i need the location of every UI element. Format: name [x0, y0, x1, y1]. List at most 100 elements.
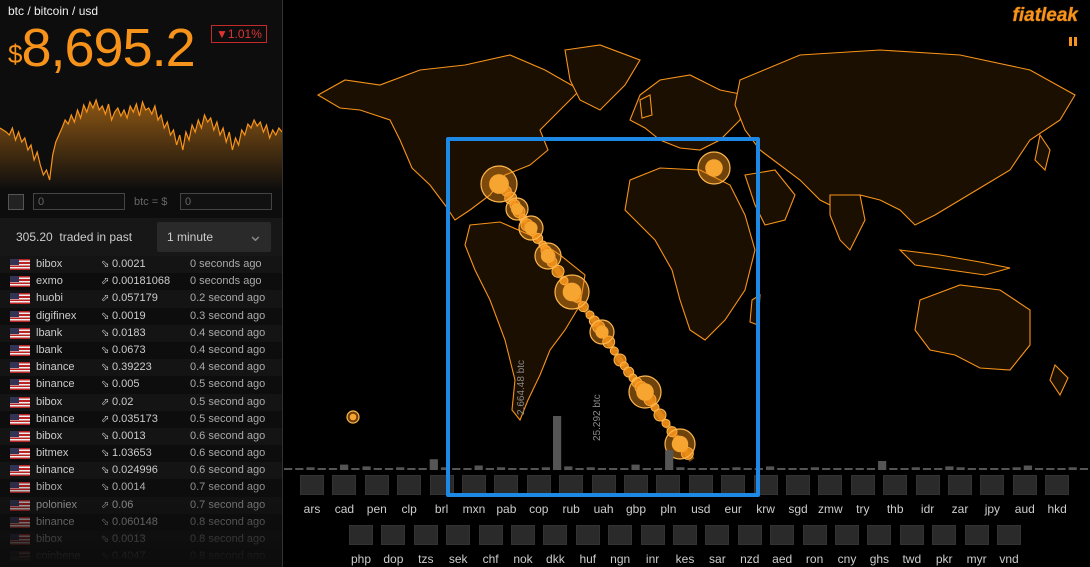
- arrow-down-right-icon: ⬂: [101, 448, 110, 460]
- currency-code: idr: [920, 502, 935, 516]
- trade-exchange: bitmex: [36, 447, 69, 460]
- currency-code: ars: [303, 502, 321, 516]
- us-flag-icon: [10, 379, 30, 391]
- idr-flag-icon: [915, 475, 940, 495]
- currency-dop[interactable]: dop: [378, 525, 408, 566]
- trade-amount: 0.39223: [112, 361, 152, 374]
- currency-jpy[interactable]: jpy: [977, 475, 1007, 516]
- currency-code: twd: [902, 552, 922, 566]
- currency-vnd[interactable]: vnd: [994, 525, 1024, 566]
- nzd-flag-icon: [737, 525, 762, 545]
- currency-chf[interactable]: chf: [476, 525, 506, 566]
- currency-code: chf: [482, 552, 499, 566]
- trade-time: 0.4 second ago: [190, 343, 266, 356]
- ghs-flag-icon: [867, 525, 892, 545]
- currency-code: cop: [529, 502, 549, 516]
- volume-bar: [384, 468, 394, 470]
- currency-myr[interactable]: myr: [962, 525, 992, 566]
- currency-tzs[interactable]: tzs: [411, 525, 441, 566]
- period-select[interactable]: 1 minute ⌄: [157, 222, 271, 252]
- nok-flag-icon: [511, 525, 535, 545]
- currency-code: pab: [496, 502, 517, 516]
- currency-huf[interactable]: huf: [573, 525, 603, 566]
- volume-bar: [922, 468, 932, 470]
- currency-kes[interactable]: kes: [670, 525, 700, 566]
- try-flag-icon: [850, 475, 875, 495]
- currency-sek[interactable]: sek: [443, 525, 473, 566]
- currency-aed[interactable]: aed: [767, 525, 797, 566]
- usd-amount-input[interactable]: [180, 193, 272, 210]
- currency-ghs[interactable]: ghs: [864, 525, 894, 566]
- period-value: 1 minute: [167, 230, 214, 244]
- highlight-box: [446, 137, 760, 497]
- traded-label: traded in past: [59, 230, 133, 244]
- currency-cny[interactable]: cny: [832, 525, 862, 566]
- volume-bar: [866, 468, 876, 470]
- dkk-flag-icon: [543, 525, 568, 545]
- currency-code: jpy: [984, 502, 1001, 516]
- currency-nok[interactable]: nok: [508, 525, 538, 566]
- currency-dkk[interactable]: dkk: [540, 525, 570, 566]
- currency-sgd[interactable]: sgd: [783, 475, 813, 516]
- zmw-flag-icon: [818, 475, 843, 495]
- currency-thb[interactable]: thb: [880, 475, 910, 516]
- currency-php[interactable]: php: [346, 525, 376, 566]
- currency-twd[interactable]: twd: [897, 525, 927, 566]
- arrow-down-right-icon: ⬂: [101, 344, 110, 356]
- trade-time: 0.2 second ago: [190, 292, 266, 305]
- volume-bar: [900, 468, 909, 470]
- volume-bar: [328, 468, 338, 470]
- currency-aud[interactable]: aud: [1010, 475, 1040, 516]
- pause-icon[interactable]: [1069, 37, 1078, 46]
- trade-exchange: huobi: [36, 292, 63, 305]
- ars-flag-icon: [300, 475, 324, 495]
- volume-bar: [340, 464, 349, 470]
- trade-row: binance ⬀ 0.035173 0.5 second ago: [0, 411, 282, 428]
- currency-code: ngn: [610, 552, 631, 566]
- aud-flag-icon: [1012, 475, 1037, 495]
- price-display: $8,695.2: [8, 18, 196, 78]
- arrow-up-right-icon: ⬀: [101, 293, 110, 305]
- volume-bar: [284, 468, 293, 470]
- currency-idr[interactable]: idr: [913, 475, 943, 516]
- currency-zar[interactable]: zar: [945, 475, 975, 516]
- currency-pen[interactable]: pen: [362, 475, 392, 516]
- currency-code: ghs: [869, 552, 890, 566]
- sar-flag-icon: [705, 525, 730, 545]
- arrow-down-right-icon: ⬂: [101, 327, 110, 339]
- trade-exchange: digifinex: [36, 309, 77, 322]
- currency-pkr[interactable]: pkr: [929, 525, 959, 566]
- volume-bar: [765, 466, 775, 470]
- arrow-up-right-icon: ⬀: [101, 276, 110, 288]
- trade-exchange: binance: [36, 378, 75, 391]
- currency-ron[interactable]: ron: [800, 525, 830, 566]
- trade-amount: 1.03653: [112, 447, 152, 460]
- currency-inr[interactable]: inr: [638, 525, 668, 566]
- arrow-down-right-icon: ⬂: [101, 379, 110, 391]
- trade-row: lbank ⬂ 0.0673 0.4 second ago: [0, 342, 282, 359]
- volume-bar: [306, 467, 315, 470]
- currency-code: pen: [366, 502, 387, 516]
- volume-bar: [295, 468, 304, 470]
- price-change-badge: ▼1.01%: [211, 25, 267, 43]
- currency-cad[interactable]: cad: [329, 475, 359, 516]
- currency-try[interactable]: try: [848, 475, 878, 516]
- cad-flag-icon: [332, 475, 357, 495]
- trade-exchange: lbank: [36, 326, 63, 339]
- calculator-icon[interactable]: [8, 194, 24, 210]
- trade-amount: 0.005: [112, 378, 140, 391]
- currency-clp[interactable]: clp: [394, 475, 424, 516]
- currency-ngn[interactable]: ngn: [605, 525, 635, 566]
- trade-row: bibox ⬂ 0.0013 0.6 second ago: [0, 427, 282, 446]
- currency-code: sek: [448, 552, 468, 566]
- us-flag-icon: [10, 293, 30, 305]
- volume-bar: [855, 468, 864, 470]
- currency-hkd[interactable]: hkd: [1042, 475, 1072, 516]
- thb-flag-icon: [883, 475, 908, 495]
- currency-sar[interactable]: sar: [702, 525, 732, 566]
- clp-flag-icon: [397, 475, 422, 495]
- currency-ars[interactable]: ars: [297, 475, 327, 516]
- currency-nzd[interactable]: nzd: [735, 525, 765, 566]
- currency-zmw[interactable]: zmw: [815, 475, 845, 516]
- btc-amount-input[interactable]: [33, 193, 125, 210]
